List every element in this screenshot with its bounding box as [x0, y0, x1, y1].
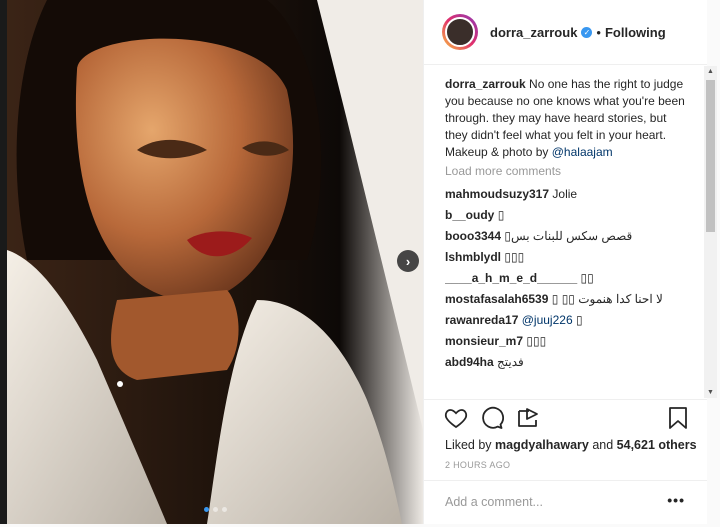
comment-username[interactable]: b__oudy — [445, 208, 494, 222]
comment-text: ▯▯▯ — [504, 250, 525, 264]
likes-user[interactable]: magdyalhawary — [495, 438, 589, 452]
comment: lshmblydl ▯▯▯ — [445, 249, 689, 266]
post-details-panel: dorra_zarrouk ✓ • Following dorra_zarrou… — [423, 0, 707, 524]
comment-username[interactable]: rawanreda17 — [445, 313, 518, 327]
separator: • — [596, 24, 601, 40]
action-icons — [444, 406, 689, 432]
window-edge — [0, 0, 7, 524]
add-comment-section: Add a comment... ••• — [424, 480, 707, 527]
likes-summary: Liked by magdyalhawary and 54,621 others — [445, 438, 697, 452]
following-button[interactable]: Following — [605, 25, 666, 40]
comment-text: لا احنا كدا هنموت ▯▯ ▯ — [551, 292, 663, 306]
comment-text: Jolie — [552, 187, 578, 201]
comment-text: ▯▯▯ — [526, 334, 547, 348]
share-icon[interactable] — [516, 406, 540, 430]
comment-text: فديتج — [497, 355, 524, 369]
carousel-indicator — [204, 507, 227, 512]
post-timestamp[interactable]: 2 HOURS AGO — [445, 460, 510, 470]
comment: ____a_h_m_e_d______ ▯▯ — [445, 270, 689, 287]
portrait-image — [7, 0, 423, 524]
comment-text: قصص سكس للبنات بس▯ — [504, 229, 633, 243]
caption-mention[interactable]: @halaajam — [552, 145, 613, 159]
post-photo[interactable]: › — [7, 0, 423, 524]
comment: mahmoudsuzy317 Jolie — [445, 186, 689, 203]
post-header: dorra_zarrouk ✓ • Following — [424, 0, 707, 65]
comment: rawanreda17 @juuj226 ▯ — [445, 312, 689, 329]
comments-scrollbar[interactable]: ▲ ▼ — [704, 66, 717, 398]
caption-username[interactable]: dorra_zarrouk — [445, 77, 526, 91]
scroll-up-icon[interactable]: ▲ — [707, 68, 714, 75]
comment-username[interactable]: abd94ha — [445, 355, 494, 369]
verified-badge-icon: ✓ — [581, 26, 593, 38]
comments-list: dorra_zarrouk No one has the right to ju… — [445, 76, 689, 398]
likes-count[interactable]: 54,621 others — [617, 438, 697, 452]
comment-username[interactable]: monsieur_m7 — [445, 334, 523, 348]
carousel-dot — [222, 507, 227, 512]
heart-icon[interactable] — [444, 406, 468, 430]
comment-text: ▯ — [575, 313, 583, 327]
add-comment-input[interactable]: Add a comment... — [445, 495, 543, 509]
comment-username[interactable]: lshmblydl — [445, 250, 501, 264]
comment-text: ▯ — [497, 208, 505, 222]
comment-mention[interactable]: @juuj226 — [522, 313, 573, 327]
caption-credit: Makeup & photo by — [445, 145, 549, 159]
comment-username[interactable]: mostafasalah6539 — [445, 292, 548, 306]
next-photo-button[interactable]: › — [397, 250, 419, 272]
likes-prefix: Liked by — [445, 438, 492, 452]
comment: mostafasalah6539 لا احنا كدا هنموت ▯▯ ▯ — [445, 291, 689, 308]
comment: abd94ha فديتج — [445, 354, 689, 371]
comment-username[interactable]: mahmoudsuzy317 — [445, 187, 549, 201]
avatar[interactable] — [442, 14, 478, 50]
scrollbar-thumb[interactable] — [706, 80, 715, 232]
next-arrow-icon: › — [405, 253, 411, 269]
bookmark-icon[interactable] — [667, 406, 689, 430]
post-actions: Liked by magdyalhawary and 54,621 others… — [424, 399, 707, 526]
scroll-down-icon[interactable]: ▼ — [707, 389, 714, 396]
more-options-icon[interactable]: ••• — [667, 492, 685, 508]
caption: dorra_zarrouk No one has the right to ju… — [445, 76, 689, 161]
comment-username[interactable]: ____a_h_m_e_d______ — [445, 271, 577, 285]
comment-icon[interactable] — [480, 406, 504, 430]
likes-and: and — [592, 438, 614, 452]
carousel-dot — [213, 507, 218, 512]
comment: monsieur_m7 ▯▯▯ — [445, 333, 689, 350]
comment-text: ▯▯ — [580, 271, 594, 285]
load-more-comments-button[interactable]: Load more comments — [445, 163, 689, 180]
header-username[interactable]: dorra_zarrouk — [490, 25, 577, 40]
comment: b__oudy ▯ — [445, 207, 689, 224]
comment: booo3344 قصص سكس للبنات بس▯ — [445, 228, 689, 245]
carousel-dot — [204, 507, 209, 512]
comment-username[interactable]: booo3344 — [445, 229, 501, 243]
